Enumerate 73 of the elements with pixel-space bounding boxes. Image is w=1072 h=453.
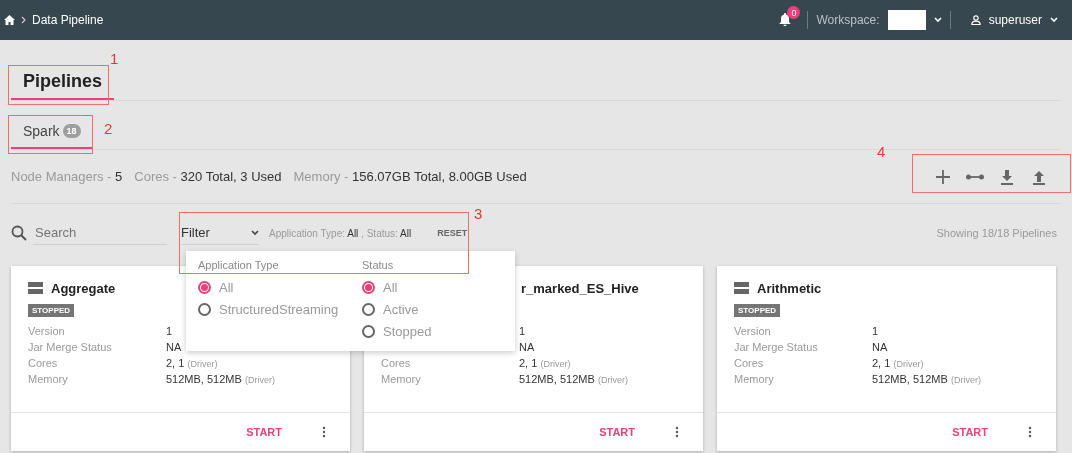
property-value: 1 [166,325,174,338]
annotation-number: 1 [110,50,119,67]
more-icon[interactable] [1028,426,1032,438]
property-value: NA [872,341,889,354]
notification-count: 0 [787,6,801,19]
user-name[interactable]: superuser [988,13,1042,27]
cluster-stat: Node Managers - 5 [11,169,123,184]
annotation-number: 2 [104,120,113,137]
count-badge: 18 [62,124,81,138]
pipeline-count: Showing 18/18 Pipelines [936,227,1057,239]
filter-group-title: Status [362,259,395,271]
radio-icon[interactable] [198,303,211,316]
radio-icon[interactable] [362,281,375,294]
bell-icon[interactable] [779,13,792,26]
filter-summary: Application Type: All , Status: All [269,227,412,239]
property-label: Cores [28,357,59,370]
chevron-down-icon [251,229,259,236]
property-label: Version [28,325,66,338]
workspace-label: Workspace: [816,13,880,27]
start-button[interactable]: START [599,426,635,438]
property-value: 2, 1 (Driver) [519,357,572,370]
engine-tab[interactable]: Spark 18 [11,123,93,149]
workspace-select[interactable] [887,10,926,30]
cluster-stat: Cores - 320 Total, 3 Used [134,169,282,184]
more-icon[interactable] [675,426,679,438]
radio-option[interactable]: All [362,280,432,295]
property-label: Memory [734,373,775,386]
radio-option[interactable]: All [198,280,348,295]
status-tag: STOPPED [734,304,781,317]
breadcrumb-item[interactable]: Data Pipeline [32,13,104,27]
radio-option[interactable]: Stopped [362,324,432,339]
search-field[interactable]: Search [33,221,167,245]
user-icon [970,15,981,25]
radio-option[interactable]: Active [362,302,432,317]
pipeline-title[interactable]: r_marked_ES_Hive [521,280,639,296]
filter-group-title: Application Type [198,259,280,271]
chevron-right-icon [21,16,26,24]
property-label: Jar Merge Status [28,341,113,354]
status-tag: STOPPED [28,304,75,317]
property-value: 1 [872,325,880,338]
property-value: 1 [519,325,527,338]
property-value: NA [166,341,183,354]
radio-icon[interactable] [362,303,375,316]
more-icon[interactable] [322,426,326,438]
page-tab[interactable]: Pipelines [11,71,115,100]
start-button[interactable]: START [952,426,988,438]
property-value: 512MB, 512MB (Driver) [519,373,629,386]
property-label: Version [734,325,772,338]
cluster-stat: Memory - 156.07GB Total, 8.00GB Used [293,169,527,184]
property-value: 512MB, 512MB (Driver) [166,373,276,386]
property-label: Cores [734,357,765,370]
radio-icon[interactable] [198,281,211,294]
property-value: 2, 1 (Driver) [166,357,219,370]
property-value: 2, 1 (Driver) [872,357,925,370]
search-icon [11,225,27,241]
property-value: NA [519,341,536,354]
chevron-down-icon [933,17,942,23]
annotation-number: 4 [877,143,886,160]
radio-icon[interactable] [362,325,375,338]
pipeline-title[interactable]: Arithmetic [757,280,822,296]
property-value: 512MB, 512MB (Driver) [872,373,982,386]
property-label: Cores [381,357,412,370]
chevron-down-icon [1050,17,1058,23]
reset-button[interactable]: RESET [431,227,474,239]
annotation-number: 3 [474,205,483,222]
start-button[interactable]: START [246,426,282,438]
property-label: Memory [28,373,69,386]
property-label: Jar Merge Status [734,341,819,354]
filter-select[interactable]: Filter [181,221,259,245]
home-icon[interactable] [4,15,15,25]
radio-option[interactable]: StructuredStreaming [198,302,348,317]
pipeline-title[interactable]: Aggregate [51,280,116,296]
property-label: Memory [381,373,422,386]
